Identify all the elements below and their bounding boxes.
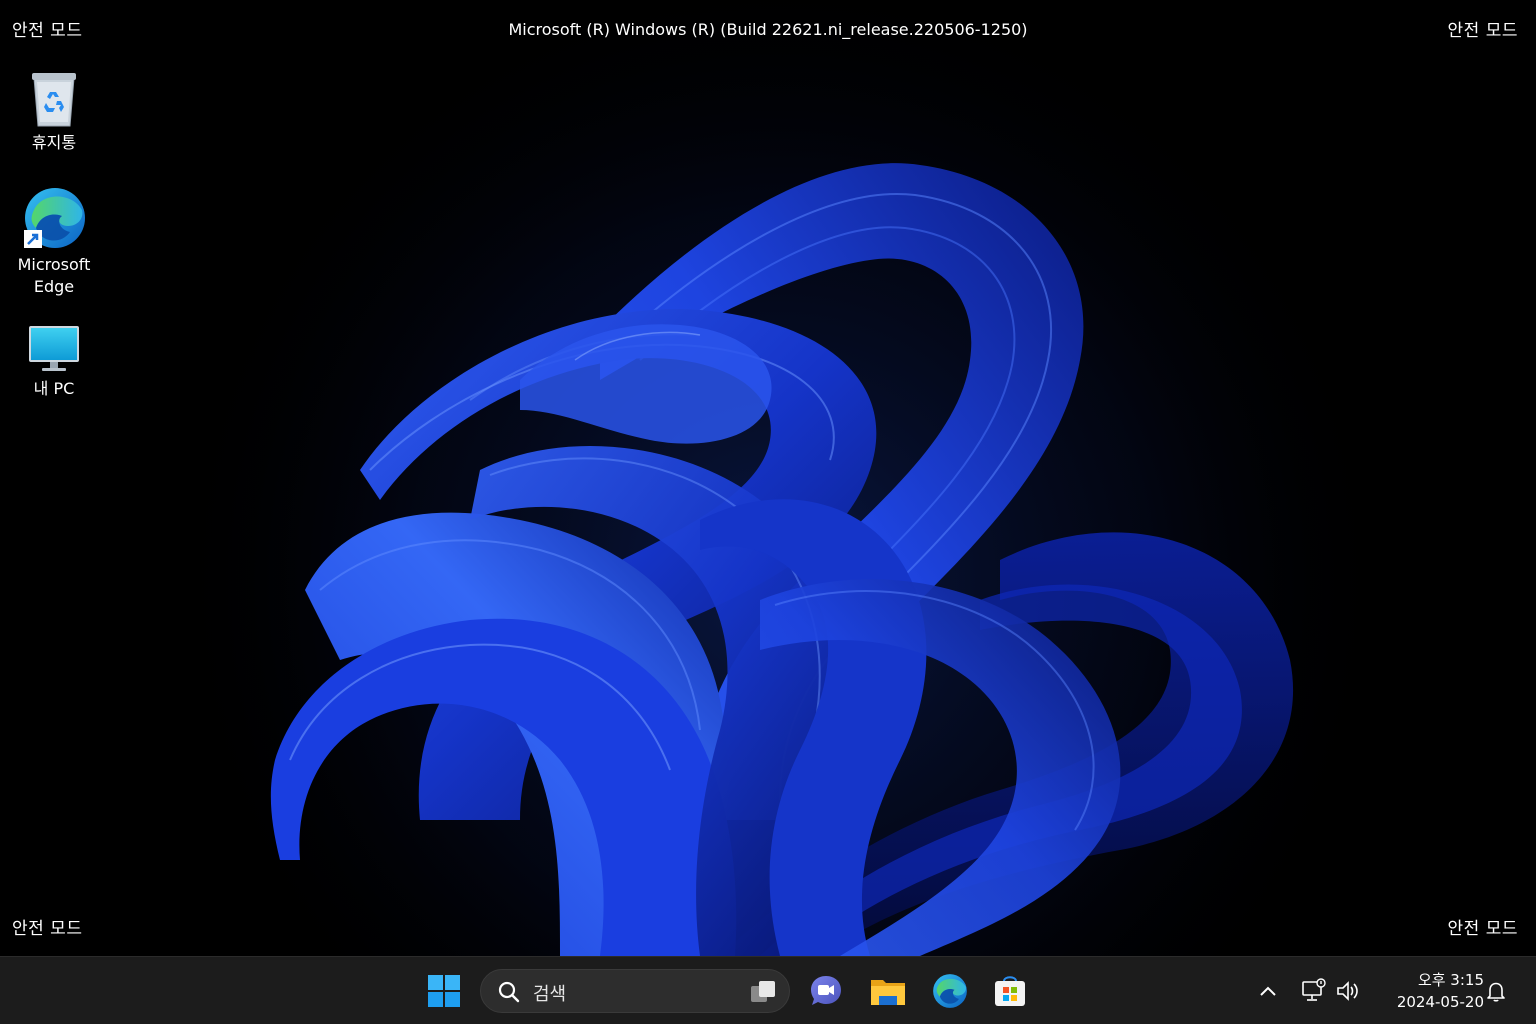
speaker-icon xyxy=(1337,981,1358,1001)
teams-chat-icon xyxy=(811,976,841,1005)
store-icon xyxy=(995,976,1025,1006)
bell-icon xyxy=(1487,982,1505,1002)
search-icon xyxy=(498,981,520,1003)
wallpaper-bloom xyxy=(0,0,1536,956)
taskbar-store[interactable] xyxy=(988,969,1032,1013)
build-info: Microsoft (R) Windows (R) (Build 22621.n… xyxy=(508,20,1028,39)
desktop-icon-this-pc[interactable]: 내 PC xyxy=(6,324,102,400)
safe-mode-label-bottom-left: 안전 모드 xyxy=(12,919,83,939)
clock-date: 2024-05-20 xyxy=(1396,993,1484,1011)
search-box[interactable]: 검색 xyxy=(480,969,790,1013)
desktop[interactable]: 안전 모드 안전 모드 안전 모드 안전 모드 Microsoft (R) Wi… xyxy=(0,0,1536,956)
edge-icon xyxy=(933,974,967,1008)
taskbar: 검색 오후 3:15 2024-05-20 xyxy=(0,956,1536,1024)
volume-button[interactable] xyxy=(1330,973,1366,1009)
folder-icon xyxy=(871,980,905,1005)
edge-label-line2: Edge xyxy=(33,277,75,296)
start-button[interactable] xyxy=(422,969,466,1013)
show-hidden-icons-button[interactable] xyxy=(1250,973,1286,1009)
taskbar-teams-chat[interactable] xyxy=(804,969,848,1013)
clock-time: 오후 3:15 xyxy=(1417,971,1484,989)
taskbar-edge[interactable] xyxy=(928,969,972,1013)
chevron-up-icon xyxy=(1260,986,1276,996)
search-placeholder: 검색 xyxy=(533,984,567,1005)
clock[interactable]: 오후 3:15 2024-05-20 xyxy=(1376,969,1484,1013)
network-icon xyxy=(1302,978,1326,1001)
recycle-bin-icon xyxy=(32,73,76,127)
recycle-bin-label: 휴지통 xyxy=(31,133,77,152)
notifications-button[interactable] xyxy=(1478,973,1514,1009)
desktop-icon-edge[interactable]: Microsoft Edge xyxy=(6,186,102,298)
task-view-icon[interactable] xyxy=(749,978,779,1006)
windows-start-icon xyxy=(428,975,460,1007)
this-pc-label: 내 PC xyxy=(33,379,75,398)
desktop-icon-recycle-bin[interactable]: 휴지통 xyxy=(6,70,102,154)
edge-label-line1: Microsoft xyxy=(17,255,91,274)
network-status-button[interactable] xyxy=(1296,973,1332,1009)
edge-icon xyxy=(24,188,85,248)
safe-mode-label-bottom-right: 안전 모드 xyxy=(1447,919,1518,939)
this-pc-icon xyxy=(29,326,79,371)
taskbar-file-explorer[interactable] xyxy=(866,969,910,1013)
